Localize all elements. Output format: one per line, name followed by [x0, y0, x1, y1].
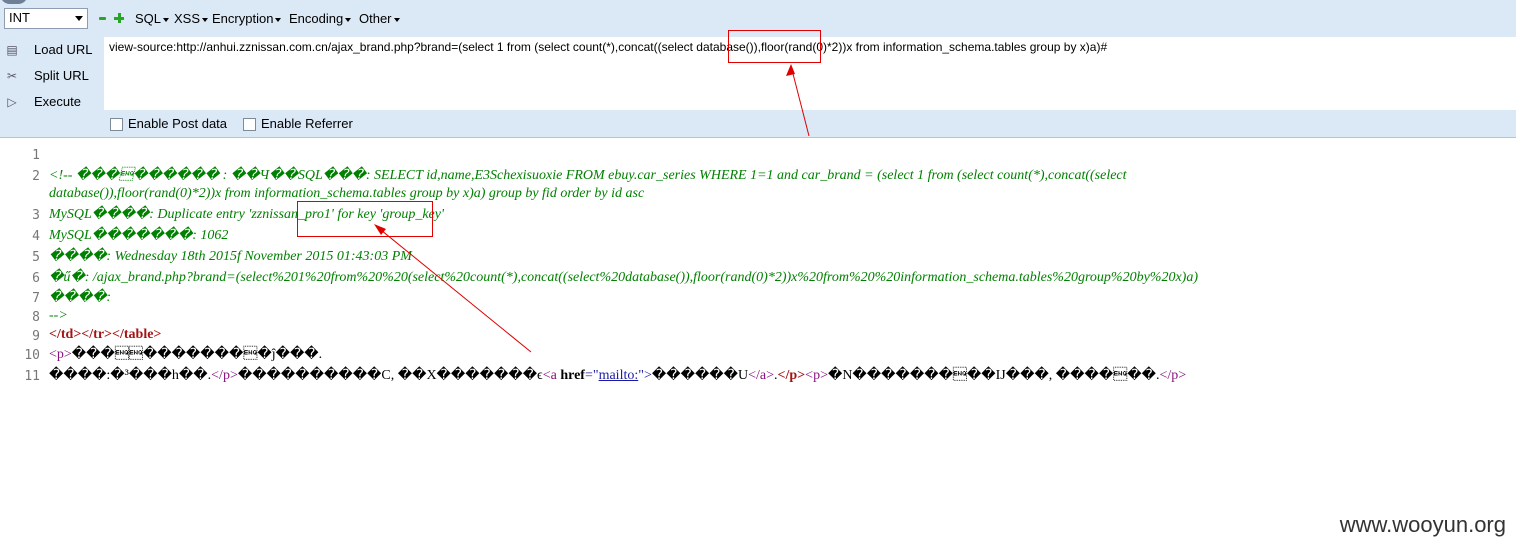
annotation-arrows: [374, 64, 810, 353]
arrow-line-1: [790, 65, 810, 137]
arrow-line-2: [375, 225, 532, 353]
arrow-head-2: [374, 224, 386, 235]
watermark: www.wooyun.org: [1339, 512, 1506, 537]
arrow-head-1: [786, 64, 795, 76]
